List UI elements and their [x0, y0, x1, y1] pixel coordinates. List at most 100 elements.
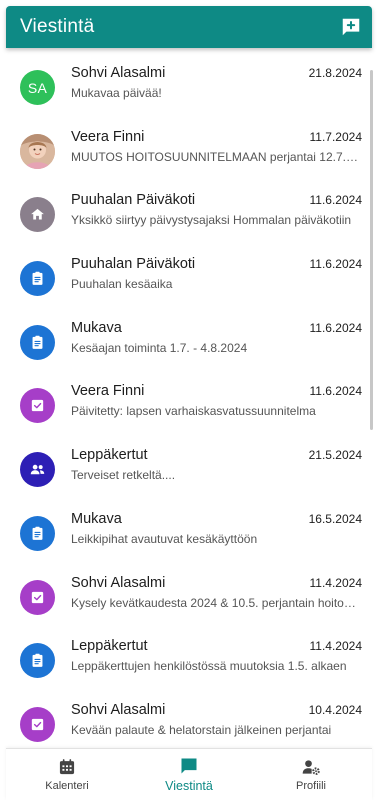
message-list-item[interactable]: Puuhalan Päiväkoti 11.6.2024 Yksikkö sii… [8, 181, 370, 245]
profile-photo [20, 133, 55, 169]
message-snippet: Yksikkö siirtyy päivystysajaksi Hommalan… [71, 213, 352, 228]
message-text: Veera Finni 11.6.2024 Päivitetty: lapsen… [71, 383, 370, 418]
message-date: 11.4.2024 [309, 575, 363, 590]
message-snippet: Kysely kevätkaudesta 2024 & 10.5. perjan… [71, 595, 362, 610]
app-header: Viestintä [6, 6, 372, 48]
message-date: 11.6.2024 [309, 320, 363, 335]
message-header-row: Sohvi Alasalmi 11.4.2024 [71, 575, 362, 591]
message-text: Sohvi Alasalmi 21.8.2024 Mukavaa päivää! [71, 65, 370, 100]
avatar [20, 324, 55, 360]
message-snippet: Leppäkerttujen henkilöstössä muutoksia 1… [71, 659, 347, 674]
clipboard-icon [32, 526, 43, 540]
message-date: 11.7.2024 [309, 129, 363, 144]
bottom-navigation: Kalenteri Viestintä Profiili [6, 748, 372, 800]
message-list-item[interactable]: Leppäkertut 11.4.2024 Leppäkerttujen hen… [8, 627, 370, 691]
nav-label: Kalenteri [45, 780, 89, 792]
avatar [20, 133, 55, 169]
message-list-item[interactable]: SA Sohvi Alasalmi 21.8.2024 Mukavaa päiv… [8, 54, 370, 118]
message-sender: Mukava [71, 510, 122, 527]
avatar [20, 261, 55, 297]
message-header-row: Veera Finni 11.6.2024 [71, 383, 362, 399]
message-snippet: Kesäajan toiminta 1.7. - 4.8.2024 [71, 340, 248, 355]
message-text: Mukava 16.5.2024 Leikkipihat avautuvat k… [71, 511, 370, 546]
message-text: Sohvi Alasalmi 10.4.2024 Kevään palaute … [71, 702, 370, 737]
group-icon [30, 464, 45, 475]
checkbox-icon [31, 591, 44, 603]
message-list-item[interactable]: Sohvi Alasalmi 10.4.2024 Kevään palaute … [8, 691, 370, 748]
message-list: SA Sohvi Alasalmi 21.8.2024 Mukavaa päiv… [8, 54, 370, 748]
message-snippet: Mukavaa päivää! [71, 86, 162, 100]
message-header-row: Veera Finni 11.7.2024 [71, 129, 362, 145]
message-snippet: Kevään palaute & helatorstain jälkeinen … [71, 722, 332, 737]
message-text: Sohvi Alasalmi 11.4.2024 Kysely kevätkau… [71, 575, 370, 610]
message-list-item[interactable]: Mukava 16.5.2024 Leikkipihat avautuvat k… [8, 500, 370, 564]
message-sender: Veera Finni [71, 383, 145, 400]
avatar [20, 643, 55, 679]
clipboard-icon [32, 335, 43, 349]
avatar [20, 197, 55, 233]
message-list-item[interactable]: Puuhalan Päiväkoti 11.6.2024 Puuhalan ke… [8, 245, 370, 309]
message-date: 11.4.2024 [309, 639, 363, 654]
avatar [20, 388, 55, 424]
clipboard-icon [32, 653, 43, 668]
avatar [20, 515, 55, 551]
avatar [20, 706, 55, 742]
message-sender: Mukava [71, 319, 122, 336]
message-date: 16.5.2024 [308, 511, 362, 526]
message-header-row: Leppäkertut 21.5.2024 [71, 447, 362, 463]
avatar [20, 579, 55, 615]
calendar-icon [59, 759, 75, 775]
message-sender: Puuhalan Päiväkoti [71, 192, 196, 209]
nav-label: Profiili [296, 780, 326, 792]
message-list-item[interactable]: Sohvi Alasalmi 11.4.2024 Kysely kevätkau… [8, 564, 370, 628]
chat-icon [181, 758, 197, 774]
message-date: 21.5.2024 [308, 448, 362, 463]
scrollbar[interactable] [370, 70, 373, 430]
nav-item-profile-settings[interactable]: Profiili [250, 757, 372, 792]
message-date: 10.4.2024 [308, 702, 362, 717]
message-text: Puuhalan Päiväkoti 11.6.2024 Puuhalan ke… [71, 256, 370, 291]
message-snippet: MUUTOS HOITOSUUNNITELMAAN perjantai 12.7… [71, 149, 362, 164]
message-sender: Puuhalan Päiväkoti [71, 256, 196, 273]
nav-item-chat[interactable]: Viestintä [128, 756, 250, 793]
message-text: Leppäkertut 21.5.2024 Terveiset retkeltä… [71, 447, 370, 482]
message-sender: Veera Finni [71, 128, 145, 145]
nav-item-calendar[interactable]: Kalenteri [6, 757, 128, 792]
message-snippet: Leikkipihat avautuvat kesäkäyttöön [71, 531, 258, 546]
message-date: 11.6.2024 [309, 257, 363, 272]
message-header-row: Puuhalan Päiväkoti 11.6.2024 [71, 256, 362, 272]
checkbox-icon [31, 400, 44, 412]
message-sender: Leppäkertut [71, 447, 148, 464]
message-snippet: Päivitetty: lapsen varhaiskasvatussuunni… [71, 404, 316, 419]
message-header-row: Mukava 16.5.2024 [71, 511, 362, 527]
message-header-row: Sohvi Alasalmi 21.8.2024 [71, 65, 362, 81]
message-text: Puuhalan Päiväkoti 11.6.2024 Yksikkö sii… [71, 192, 370, 227]
message-snippet: Puuhalan kesäaika [71, 277, 173, 292]
message-sender: Sohvi Alasalmi [71, 574, 166, 591]
message-header-row: Sohvi Alasalmi 10.4.2024 [71, 702, 362, 718]
message-text: Veera Finni 11.7.2024 MUUTOS HOITOSUUNNI… [71, 129, 370, 164]
message-list-item[interactable]: Mukava 11.6.2024 Kesäajan toiminta 1.7. … [8, 309, 370, 373]
home-icon [31, 209, 44, 220]
page-title: Viestintä [20, 16, 95, 37]
avatar: SA [20, 70, 55, 105]
avatar [20, 452, 55, 488]
message-snippet: Terveiset retkeltä.... [71, 468, 176, 483]
message-list-item[interactable]: Veera Finni 11.7.2024 MUUTOS HOITOSUUNNI… [8, 118, 370, 182]
profile-settings-icon [302, 760, 320, 775]
message-date: 21.8.2024 [308, 66, 362, 80]
message-header-row: Leppäkertut 11.4.2024 [71, 638, 362, 654]
message-date: 11.6.2024 [309, 384, 363, 399]
message-sender: Sohvi Alasalmi [71, 701, 166, 718]
message-list-item[interactable]: Leppäkertut 21.5.2024 Terveiset retkeltä… [8, 436, 370, 500]
new-message-icon[interactable] [340, 16, 362, 38]
message-sender: Leppäkertut [71, 638, 148, 655]
nav-label: Viestintä [165, 779, 213, 793]
message-list-item[interactable]: Veera Finni 11.6.2024 Päivitetty: lapsen… [8, 372, 370, 436]
message-date: 11.6.2024 [309, 193, 363, 208]
message-text: Leppäkertut 11.4.2024 Leppäkerttujen hen… [71, 638, 370, 673]
message-text: Mukava 11.6.2024 Kesäajan toiminta 1.7. … [71, 320, 370, 355]
clipboard-icon [32, 271, 43, 285]
message-sender: Sohvi Alasalmi [71, 65, 166, 81]
checkbox-icon [31, 718, 44, 731]
